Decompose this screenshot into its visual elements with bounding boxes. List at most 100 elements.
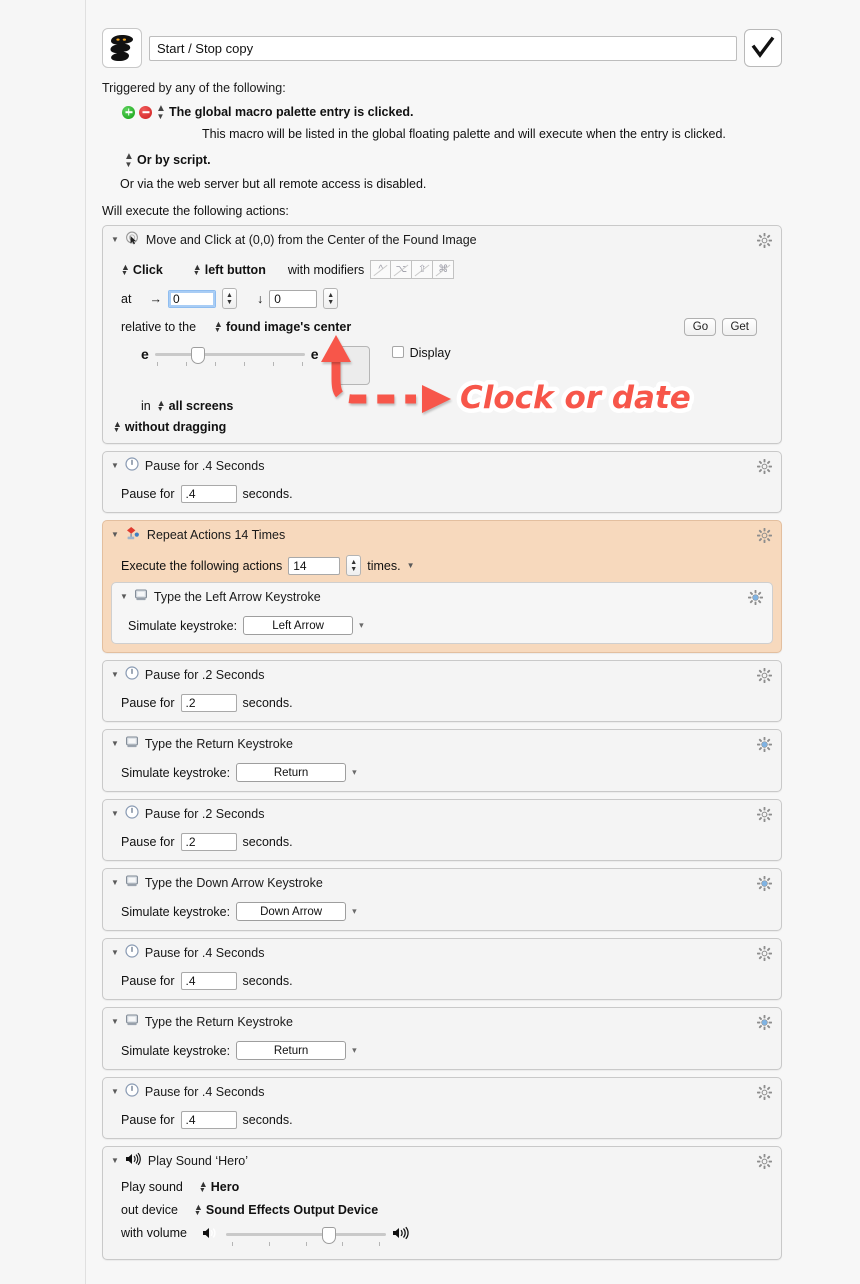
chevron-down-icon[interactable]: ▾ [359, 620, 364, 631]
action-header[interactable]: ▼ Pause for .2 Seconds [103, 800, 781, 825]
repeat-count-stepper[interactable]: ▲ ▼ [346, 555, 362, 576]
display-checkbox[interactable] [391, 346, 404, 358]
pause-duration-input[interactable]: .2 [180, 694, 237, 712]
trigger-row[interactable]: ▲ ▼ The global macro palette entry is cli… [122, 104, 782, 121]
action-pause-4[interactable]: ▼ Pause for .4 Seconds Pause for .4 seco… [102, 938, 782, 1000]
action-header[interactable]: ▼ Pause for .4 Seconds [103, 939, 781, 964]
action-header[interactable]: ▼ Type the Down Arrow Keystroke [103, 869, 781, 894]
command-key-icon[interactable]: ⌘ [433, 260, 455, 279]
go-button[interactable]: Go [684, 318, 717, 336]
x-coordinate-value: 0 [172, 291, 180, 306]
action-move-and-click[interactable]: ▼ Move and Click at (0,0) from the Cente… [102, 225, 782, 444]
volume-slider[interactable] [226, 1226, 386, 1248]
disclosure-triangle-icon[interactable]: ▼ [111, 809, 119, 818]
pause-duration-input[interactable]: .4 [180, 972, 237, 990]
chevron-down-icon[interactable]: ▼ [407, 561, 415, 570]
repeat-count-input[interactable]: 14 [288, 556, 341, 575]
action-pause-1[interactable]: ▼ Pause for .4 Seconds Pause for .4 seco… [102, 451, 782, 513]
dragging-popup[interactable]: ▲ ▼ without dragging [113, 420, 226, 435]
gear-icon[interactable] [757, 1154, 772, 1169]
disclosure-triangle-icon[interactable]: ▼ [111, 948, 119, 957]
chevron-down-icon[interactable]: ▾ [352, 767, 357, 778]
disclosure-triangle-icon[interactable]: ▼ [111, 1087, 119, 1096]
action-header[interactable]: ▼ Type the Return Keystroke [103, 1008, 781, 1033]
chevron-down-icon[interactable]: ▾ [352, 906, 357, 917]
control-key-icon[interactable]: ^ [370, 260, 392, 279]
triggers-section-label: Triggered by any of the following: [102, 81, 286, 95]
action-header[interactable]: ▼ Pause for .2 Seconds [103, 661, 781, 686]
y-coordinate-input[interactable]: 0 [269, 289, 318, 308]
disclosure-triangle-icon[interactable]: ▼ [111, 461, 119, 470]
gear-icon[interactable] [757, 946, 772, 961]
option-key-icon[interactable]: ⌥ [391, 260, 413, 279]
macro-name-input[interactable]: Start / Stop copy [149, 35, 737, 61]
keystroke-value: Left Arrow [272, 619, 324, 632]
action-header[interactable]: ▼ Play Sound ‘Hero’ [103, 1147, 781, 1172]
action-header[interactable]: ▼ Pause for .4 Seconds [103, 1078, 781, 1103]
action-pause-3[interactable]: ▼ Pause for .2 Seconds Pause for .2 seco… [102, 799, 782, 861]
action-header[interactable]: ▼ Type the Left Arrow Keystroke [112, 583, 772, 608]
y-stepper[interactable]: ▲ ▼ [323, 288, 339, 309]
macro-enabled-checkmark-icon[interactable] [744, 29, 782, 67]
gear-icon[interactable] [757, 233, 772, 248]
disclosure-triangle-icon[interactable]: ▼ [111, 670, 119, 679]
pause-duration-input[interactable]: .2 [180, 833, 237, 851]
trigger-script-row[interactable]: ▲ ▼ Or by script. [124, 152, 782, 169]
disclosure-triangle-icon[interactable]: ▼ [111, 236, 119, 244]
screens-popup[interactable]: ▲ ▼ all screens [157, 399, 234, 414]
action-header[interactable]: ▼ Pause for .4 Seconds [103, 452, 781, 477]
output-device-popup[interactable]: ▲ ▼ Sound Effects Output Device [194, 1203, 378, 1218]
action-title: Pause for .4 Seconds [144, 458, 265, 473]
action-type-left-arrow[interactable]: ▼ Type the Left Arrow Keystroke Simulate… [111, 582, 773, 644]
disclosure-triangle-icon[interactable]: ▼ [111, 531, 119, 539]
gear-icon-blue[interactable] [748, 590, 763, 605]
x-stepper[interactable]: ▲ ▼ [221, 288, 237, 309]
action-header[interactable]: ▼ Move and Click at (0,0) from the Cente… [103, 226, 781, 252]
disclosure-triangle-icon[interactable]: ▼ [120, 592, 128, 601]
gear-icon-blue[interactable] [757, 1015, 772, 1030]
remove-trigger-icon[interactable] [139, 105, 152, 119]
action-header[interactable]: ▼ Type the Return Keystroke [103, 730, 781, 755]
keystroke-input[interactable]: Return [236, 763, 347, 782]
fuzz-slider[interactable] [154, 346, 305, 368]
script-popup-icon[interactable]: ▲ ▼ [124, 152, 134, 169]
disclosure-triangle-icon[interactable]: ▼ [111, 878, 119, 887]
image-well[interactable] [336, 346, 370, 385]
click-mode-popup[interactable]: ▲ ▼ Click [121, 262, 163, 277]
keystroke-input[interactable]: Down Arrow [236, 902, 347, 921]
chevron-down-icon[interactable]: ▾ [352, 1045, 357, 1056]
action-type-down-arrow[interactable]: ▼ Type the Down Arrow Keystroke Simulate… [102, 868, 782, 931]
action-type-return-2[interactable]: ▼ Type the Return Keystroke Simulate key… [102, 1007, 782, 1070]
get-button[interactable]: Get [722, 318, 757, 336]
disclosure-triangle-icon[interactable]: ▼ [111, 739, 119, 748]
action-repeat[interactable]: ▼ Repeat Actions 14 Times Execute the fo… [102, 520, 782, 653]
pause-duration-input[interactable]: .4 [180, 485, 237, 503]
keystroke-input[interactable]: Left Arrow [243, 616, 354, 635]
gear-icon[interactable] [757, 528, 772, 543]
disclosure-triangle-icon[interactable]: ▼ [111, 1017, 119, 1026]
mouse-button-popup[interactable]: ▲ ▼ left button [193, 262, 266, 277]
x-coordinate-input[interactable]: 0 [167, 289, 216, 308]
gear-icon-blue[interactable] [757, 737, 772, 752]
add-trigger-icon[interactable] [122, 105, 135, 119]
gear-icon-blue[interactable] [757, 876, 772, 891]
pause-duration-input[interactable]: .4 [180, 1111, 237, 1129]
trigger-popup-icon[interactable]: ▲ ▼ [156, 104, 166, 121]
shift-key-icon[interactable]: ⇧ [412, 260, 434, 279]
sound-popup[interactable]: ▲ ▼ Hero [199, 1180, 239, 1195]
action-pause-2[interactable]: ▼ Pause for .2 Seconds Pause for .2 seco… [102, 660, 782, 722]
modifier-keys-group[interactable]: ^ ⌥ ⇧ ⌘ [370, 260, 455, 279]
action-type-return-1[interactable]: ▼ Type the Return Keystroke Simulate key… [102, 729, 782, 792]
keyboard-maestro-logo-icon[interactable] [102, 28, 142, 68]
disclosure-triangle-icon[interactable]: ▼ [111, 1156, 119, 1165]
gear-icon[interactable] [757, 459, 772, 474]
action-play-sound[interactable]: ▼ Play Sound ‘Hero’ Play sound ▲▼ Hero [102, 1146, 782, 1260]
action-pause-5[interactable]: ▼ Pause for .4 Seconds Pause for .4 seco… [102, 1077, 782, 1139]
gear-icon[interactable] [757, 1085, 772, 1100]
gear-icon[interactable] [757, 807, 772, 822]
action-header[interactable]: ▼ Repeat Actions 14 Times [103, 521, 781, 547]
gear-icon[interactable] [757, 668, 772, 683]
keystroke-input[interactable]: Return [236, 1041, 347, 1060]
relative-to-popup[interactable]: ▲ ▼ found image's center [214, 320, 351, 335]
pause-duration-value: .2 [185, 835, 196, 849]
